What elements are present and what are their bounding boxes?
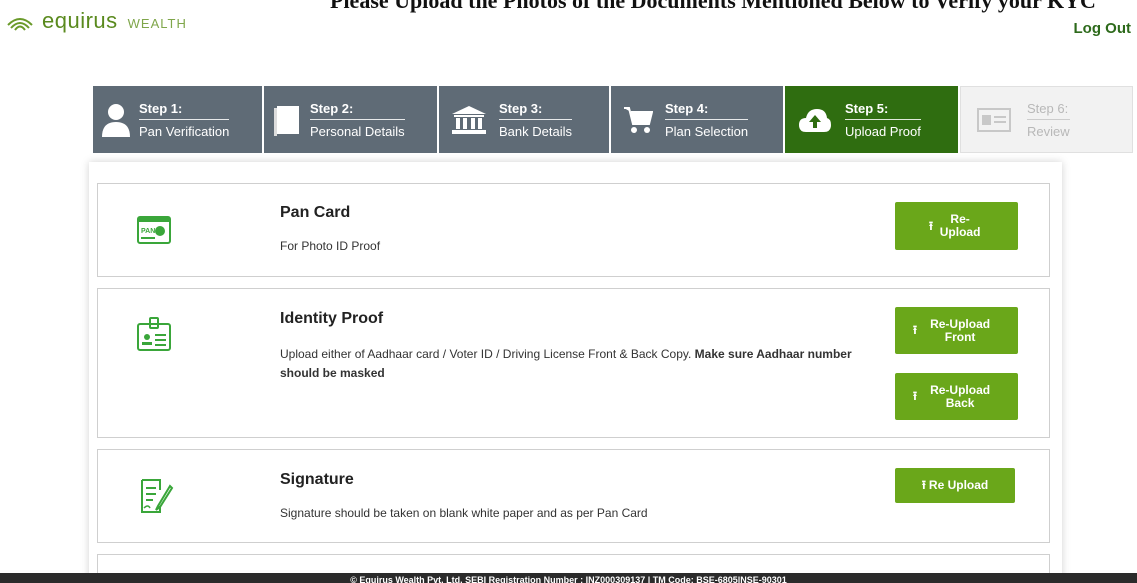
step-personal-details[interactable]: Step 2: Personal Details bbox=[264, 86, 439, 153]
logout-link[interactable]: Log Out bbox=[1074, 20, 1131, 37]
signature-icon bbox=[141, 479, 174, 513]
description-text: Upload either of Aadhaar card / Voter ID… bbox=[280, 347, 692, 361]
card-description: Upload either of Aadhaar card / Voter ID… bbox=[280, 345, 870, 383]
book-icon bbox=[264, 104, 310, 136]
upload-icon: ⭱ bbox=[928, 218, 934, 233]
logo-leaf-icon bbox=[7, 18, 33, 31]
upload-icon: ⭱ bbox=[921, 478, 926, 492]
step-number: Step 5: bbox=[845, 101, 921, 120]
card-title: Identity Proof bbox=[280, 310, 384, 327]
step-upload-proof[interactable]: Step 5: Upload Proof bbox=[785, 86, 960, 153]
step-name: Upload Proof bbox=[845, 123, 921, 139]
brand-logo[interactable]: equirus WEALTH bbox=[6, 8, 187, 34]
step-name: Pan Verification bbox=[139, 123, 230, 139]
pan-card-icon: PAN bbox=[137, 216, 171, 244]
step-bank-details[interactable]: Step 3: Bank Details bbox=[439, 86, 611, 153]
cloud-upload-icon bbox=[785, 107, 845, 133]
bank-icon bbox=[439, 105, 499, 135]
step-review[interactable]: Step 6: Review bbox=[960, 86, 1133, 153]
step-number: Step 4: bbox=[665, 101, 749, 120]
brand-name: equirus bbox=[42, 8, 118, 33]
id-badge-icon bbox=[137, 317, 171, 351]
button-label: Re-Upload bbox=[939, 212, 981, 239]
signature-section: Signature Signature should be taken on b… bbox=[97, 449, 1050, 543]
page-headline: Please Upload the Photos of the Document… bbox=[330, 0, 1096, 13]
step-number: Step 3: bbox=[499, 101, 572, 120]
id-card-icon bbox=[961, 107, 1027, 132]
upload-icon: ⭱ bbox=[912, 389, 918, 403]
footer-text: © Equirus Wealth Pvt. Ltd. SEBI Registra… bbox=[350, 575, 787, 583]
step-plan-selection[interactable]: Step 4: Plan Selection bbox=[611, 86, 785, 153]
button-label: Re Upload bbox=[928, 478, 989, 492]
card-description: Signature should be taken on blank white… bbox=[280, 506, 648, 520]
step-pan-verification[interactable]: Step 1: Pan Verification bbox=[93, 86, 264, 153]
step-number: Step 6: bbox=[1027, 101, 1070, 120]
svg-text:PAN: PAN bbox=[141, 228, 155, 235]
step-name: Personal Details bbox=[310, 123, 405, 139]
step-number: Step 1: bbox=[139, 101, 230, 120]
card-title: Pan Card bbox=[280, 204, 351, 221]
identity-proof-section: Identity Proof Upload either of Aadhaar … bbox=[97, 288, 1050, 438]
signature-reupload-button[interactable]: ⭱ Re Upload bbox=[895, 468, 1015, 503]
cart-icon bbox=[611, 106, 665, 134]
reupload-back-button[interactable]: ⭱ Re-Upload Back bbox=[895, 373, 1018, 420]
step-wizard: Step 1: Pan Verification Step 2: Persona… bbox=[93, 86, 1133, 153]
upload-icon: ⭱ bbox=[912, 323, 918, 337]
pan-reupload-button[interactable]: ⭱ Re-Upload bbox=[895, 202, 1018, 250]
reupload-front-button[interactable]: ⭱ Re-Upload Front bbox=[895, 307, 1018, 354]
brand-sub: WEALTH bbox=[127, 16, 187, 31]
pan-card-section: PAN Pan Card For Photo ID Proof ⭱ Re-Upl… bbox=[97, 183, 1050, 277]
card-title: Signature bbox=[280, 471, 354, 488]
top-bar: equirus WEALTH Please Upload the Photos … bbox=[0, 0, 1137, 60]
step-number: Step 2: bbox=[310, 101, 405, 120]
step-name: Bank Details bbox=[499, 123, 572, 139]
card-description: For Photo ID Proof bbox=[280, 239, 381, 253]
step-name: Plan Selection bbox=[665, 123, 749, 139]
upload-panel: PAN Pan Card For Photo ID Proof ⭱ Re-Upl… bbox=[89, 162, 1062, 583]
button-label: Re-Upload Back bbox=[930, 382, 991, 410]
step-name: Review bbox=[1027, 123, 1070, 139]
user-icon bbox=[93, 103, 139, 137]
footer-bar: © Equirus Wealth Pvt. Ltd. SEBI Registra… bbox=[0, 573, 1137, 583]
button-label: Re-Upload Front bbox=[930, 316, 991, 344]
